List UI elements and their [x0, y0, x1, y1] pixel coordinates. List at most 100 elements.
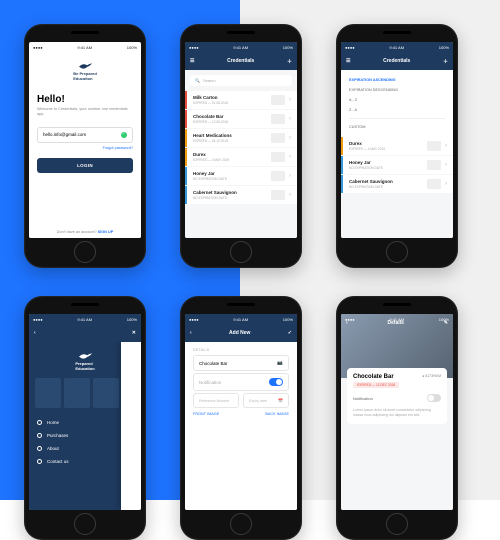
status-bar: ●●●●9:41 AM100% — [29, 42, 141, 52]
eagle-icon — [77, 61, 93, 71]
ref-field[interactable]: Reference Number — [193, 393, 239, 408]
signup-link[interactable]: SIGN UP — [98, 230, 114, 234]
item-name: Durex — [349, 141, 423, 146]
home-button[interactable] — [230, 241, 252, 263]
list-item[interactable]: DurexEXPIRES — 4 MAY 2019› — [185, 148, 297, 166]
item-meta: NO EXPIRATION DATE — [349, 166, 423, 170]
header: ☰ Credentials ＋ — [341, 52, 453, 70]
item-thumb — [271, 152, 285, 162]
search-input[interactable]: 🔍Search — [190, 75, 292, 86]
sort-option[interactable]: EXPIRATION DESCENDING — [349, 85, 445, 95]
sort-custom[interactable]: CUSTOM — [349, 122, 445, 132]
chevron-right-icon: › — [289, 97, 291, 103]
save-icon[interactable]: ✓ — [288, 330, 292, 336]
item-thumb — [427, 160, 441, 170]
list-item[interactable]: Cabernet SauvignonNO EXPIRATION DATE › — [341, 175, 453, 193]
list-item[interactable]: Milk CartonEXPIRED — 01.08.2018› — [185, 91, 297, 109]
email-field[interactable]: hello.info@gmail.com — [37, 127, 133, 143]
status-bar: ●●●●9:41 AM100% — [341, 42, 453, 52]
sort-option[interactable]: Z - A — [349, 105, 445, 115]
item-thumb — [271, 133, 285, 143]
brand-logo: Be PreparedEducation — [29, 58, 141, 84]
phone-drawer: ●●●●9:41 AM100% ‹✕ PreparedEducation Hom… — [24, 296, 146, 540]
list-item[interactable]: Chocolate BarEXPIRED — 12.08.2018› — [185, 110, 297, 128]
item-meta: EXPIRED — 01.08.2018 — [193, 101, 267, 105]
add-icon[interactable]: ＋ — [287, 58, 292, 65]
hello-sub: Welcome to Credentials, your number one … — [37, 107, 133, 117]
hello-heading: Hello! — [37, 94, 133, 105]
menu-label: About — [47, 446, 59, 451]
item-meta: EXPIRES — 18.12.2018 — [193, 139, 267, 143]
details-label: DETAILS — [193, 348, 289, 352]
chevron-right-icon: › — [289, 173, 291, 179]
chevron-right-icon: › — [289, 116, 291, 122]
notification-field[interactable]: Notification — [193, 373, 289, 391]
item-id: ● 6173HDM — [422, 374, 441, 378]
check-icon — [121, 132, 127, 138]
item-thumb — [271, 114, 285, 124]
header-title: Credentials — [350, 58, 443, 64]
menu-label: Home — [47, 420, 59, 425]
chevron-right-icon: › — [445, 181, 447, 187]
phone-details: ●●●●9:41 AM100% ‹ Details ✎ ● 6173HDM Ch… — [336, 296, 458, 540]
login-button[interactable]: LOGIN — [37, 158, 133, 173]
signup-row: Don't have an account? SIGN UP — [29, 230, 141, 234]
toggle-on[interactable] — [269, 378, 283, 386]
bullet-icon — [37, 459, 42, 464]
eagle-icon — [77, 351, 93, 361]
phone-credentials: ●●●●9:41 AM100% ☰ Credentials ＋ 🔍Search … — [180, 24, 302, 268]
back-icon[interactable]: ‹ — [34, 330, 36, 336]
description: Lorem ipsum dolor sit amet consectetur a… — [353, 408, 441, 418]
status-bar: ●●●●9:41 AM100% — [341, 314, 453, 324]
search-icon: 🔍 — [195, 78, 200, 83]
calendar-icon: 📅 — [278, 398, 283, 403]
home-button[interactable] — [74, 513, 96, 535]
sort-option[interactable]: A - Z — [349, 95, 445, 105]
item-thumb — [271, 95, 285, 105]
list-item[interactable]: DurexEXPIRES — 4 MAY 2019› — [341, 137, 453, 155]
forgot-link[interactable]: Forgot password? — [37, 146, 133, 150]
sort-panel: EXPIRATION ASCENDINGEXPIRATION DESCENDIN… — [341, 70, 453, 137]
item-thumb — [427, 141, 441, 151]
list-item[interactable]: Honey JarNO EXPIRATION DATE › — [185, 167, 297, 185]
item-meta: NO EXPIRATION DATE — [349, 185, 423, 189]
header: ☰ Credentials ＋ — [185, 52, 297, 70]
chevron-right-icon: › — [289, 192, 291, 198]
bullet-icon — [37, 446, 42, 451]
sort-option[interactable]: EXPIRATION ASCENDING — [349, 75, 445, 85]
list-item[interactable]: Heart MedicationsEXPIRES — 18.12.2018 › — [185, 129, 297, 147]
item-name: Honey Jar — [349, 160, 423, 165]
status-pill: EXPIRED — 12 DEC 2018 — [353, 382, 399, 388]
expiry-field[interactable]: Expiry date📅 — [243, 393, 289, 408]
status-bar: ●●●●9:41 AM100% — [185, 314, 297, 324]
content-preview — [121, 342, 141, 510]
item-meta: EXPIRED — 12.08.2018 — [193, 120, 267, 124]
item-meta: EXPIRES — 4 MAY 2019 — [349, 147, 423, 151]
home-button[interactable] — [230, 513, 252, 535]
front-image-link[interactable]: FRONT IMAGE — [193, 412, 219, 416]
bullet-icon — [37, 420, 42, 425]
header: ‹✕ — [29, 324, 141, 342]
bullet-icon — [37, 433, 42, 438]
home-button[interactable] — [386, 241, 408, 263]
item-meta: NO EXPIRATION DATE — [193, 177, 267, 181]
back-image-link[interactable]: BACK IMAGE — [265, 412, 289, 416]
name-field[interactable]: Chocolate Bar📷 — [193, 355, 289, 371]
toggle-off[interactable] — [427, 394, 441, 402]
item-thumb — [271, 171, 285, 181]
close-icon[interactable]: ✕ — [132, 330, 136, 336]
item-name: Honey Jar — [193, 171, 267, 176]
list-item[interactable]: Honey JarNO EXPIRATION DATE › — [341, 156, 453, 174]
item-name: Cabernet Sauvignon — [349, 179, 423, 184]
add-icon[interactable]: ＋ — [443, 58, 448, 65]
camera-icon[interactable]: 📷 — [277, 360, 283, 366]
email-value: hello.info@gmail.com — [43, 132, 86, 137]
chevron-right-icon: › — [445, 162, 447, 168]
chevron-right-icon: › — [289, 135, 291, 141]
home-button[interactable] — [74, 241, 96, 263]
header: ‹ Add New ✓ — [185, 324, 297, 342]
list-item[interactable]: Cabernet SauvignonNO EXPIRATION DATE› — [185, 186, 297, 204]
item-meta: EXPIRES — 4 MAY 2019 — [193, 158, 267, 162]
home-button[interactable] — [386, 513, 408, 535]
item-name: Heart Medications — [193, 133, 267, 138]
